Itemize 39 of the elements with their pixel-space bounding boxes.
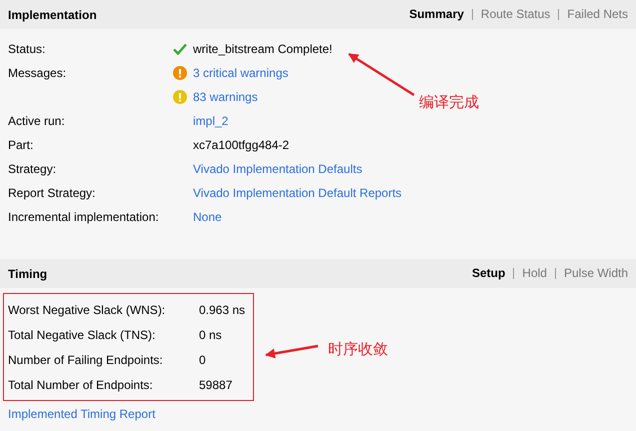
tab[interactable]: Summary <box>401 9 472 20</box>
metric-value: 0 <box>199 352 206 366</box>
tab[interactable]: Pulse Width <box>554 268 628 279</box>
exclamation-icon <box>173 66 187 80</box>
field-label: Status: <box>8 42 46 56</box>
metric-label: Total Number of Endpoints: <box>8 378 154 392</box>
metric-label: Number of Failing Endpoints: <box>8 352 164 366</box>
value-link[interactable]: 83 warnings <box>193 90 258 104</box>
section-title: Implementation <box>8 8 97 22</box>
field-label: Incremental implementation: <box>8 210 159 224</box>
annotation-text: 时序收敛 <box>328 340 388 359</box>
metric-value: 59887 <box>199 378 232 392</box>
field-value: xc7a100tfgg484-2 <box>193 138 290 152</box>
arrow <box>348 52 415 96</box>
value-link[interactable]: None <box>193 210 222 224</box>
value-link[interactable]: 3 critical warnings <box>193 66 288 80</box>
tab[interactable]: Setup <box>464 268 514 279</box>
metric-label: Worst Negative Slack (WNS): <box>8 302 166 316</box>
field-label: Active run: <box>8 114 65 128</box>
value-link[interactable]: impl_2 <box>193 114 228 128</box>
checkmark-icon <box>173 43 187 55</box>
field-label: Part: <box>8 138 34 152</box>
value-link[interactable]: Vivado Implementation Defaults <box>193 162 362 176</box>
value-link[interactable]: Vivado Implementation Default Reports <box>193 186 402 200</box>
field-value: write_bitstream Complete! <box>193 42 332 56</box>
metric-value: 0 ns <box>199 328 222 342</box>
metric-label: Total Negative Slack (TNS): <box>8 328 156 342</box>
metric-value: 0.963 ns <box>199 302 246 316</box>
section-title: Timing <box>8 266 48 280</box>
tab[interactable]: Route Status <box>472 9 558 20</box>
annotation-text: 编译完成 <box>419 93 479 112</box>
report-link[interactable]: Implemented Timing Report <box>8 406 156 422</box>
exclamation-icon <box>173 90 187 104</box>
arrow <box>265 344 318 358</box>
field-label: Messages: <box>8 66 66 80</box>
field-label: Report Strategy: <box>8 186 96 200</box>
field-label: Strategy: <box>8 162 56 176</box>
tab[interactable]: Failed Nets <box>558 9 628 20</box>
tab[interactable]: Hold <box>513 268 555 279</box>
